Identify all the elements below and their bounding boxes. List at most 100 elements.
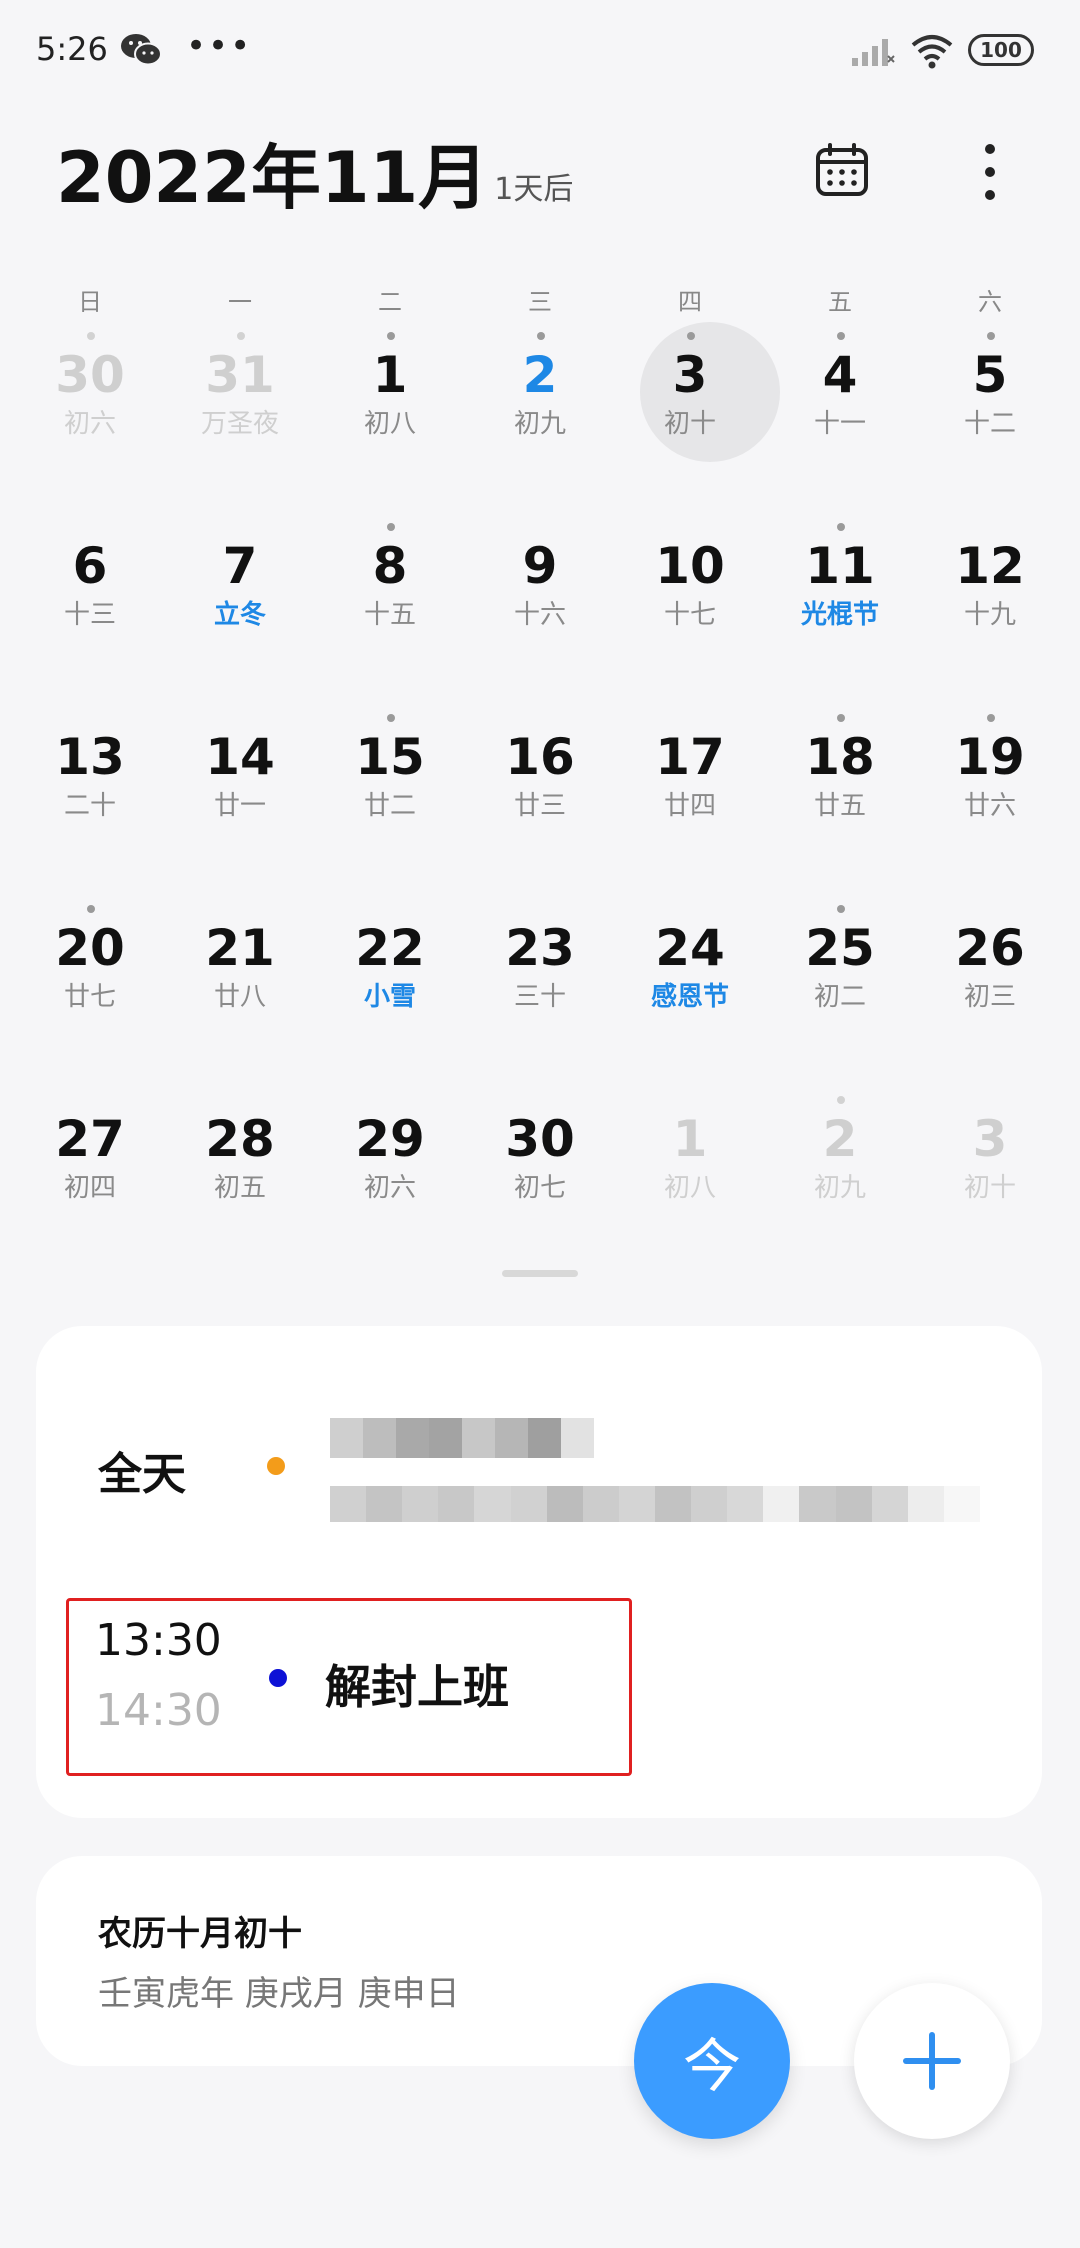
lunar-day-label: 光棍节 <box>800 600 879 630</box>
lunar-day-label: 十五 <box>363 600 416 630</box>
day-cell[interactable]: 4 十一 <box>765 318 915 509</box>
redacted-event-details[interactable] <box>330 1486 980 1522</box>
event-indicator-dot <box>987 714 995 722</box>
day-cell[interactable]: 19 廿六 <box>915 700 1065 891</box>
day-number: 15 <box>355 728 425 786</box>
event-indicator-dot <box>387 523 395 531</box>
weekday-label: 五 <box>828 288 852 316</box>
day-cell[interactable]: 30 初六 <box>15 318 165 509</box>
day-number: 23 <box>505 919 575 977</box>
day-number: 14 <box>205 728 275 786</box>
lunar-day-label: 十六 <box>513 600 566 630</box>
event-indicator-dot <box>387 332 395 340</box>
calendar-icon[interactable] <box>814 142 870 198</box>
plus-icon <box>903 2032 961 2090</box>
drag-handle[interactable] <box>502 1270 578 1277</box>
day-cell[interactable]: 18 廿五 <box>765 700 915 891</box>
day-cell[interactable]: 7 立冬 <box>165 509 315 700</box>
day-cell[interactable]: 16 廿三 <box>465 700 615 891</box>
lunar-day-label: 初三 <box>963 982 1016 1012</box>
day-cell[interactable]: 20 廿七 <box>15 891 165 1082</box>
event-indicator-dot <box>387 714 395 722</box>
day-cell[interactable]: 5 十二 <box>915 318 1065 509</box>
day-cell[interactable]: 9 十六 <box>465 509 615 700</box>
day-number: 19 <box>955 728 1025 786</box>
lunar-day-label: 廿五 <box>813 791 866 821</box>
day-cell[interactable]: 2 初九 <box>465 318 615 509</box>
day-cell[interactable]: 29 初六 <box>315 1082 465 1273</box>
weekday-label: 六 <box>978 288 1002 316</box>
day-number: 24 <box>655 919 725 977</box>
day-number: 26 <box>955 919 1025 977</box>
event-title: 解封上班 <box>325 1660 509 1714</box>
lunar-day-label: 初八 <box>663 1173 716 1203</box>
page-title[interactable]: 2022年11月 <box>56 138 488 218</box>
lunar-day-label: 初八 <box>363 409 416 439</box>
lunar-day-label: 初十 <box>663 409 716 439</box>
day-cell[interactable]: 22 小雪 <box>315 891 465 1082</box>
day-cell[interactable]: 1 初八 <box>615 1082 765 1273</box>
day-number: 18 <box>805 728 875 786</box>
day-cell[interactable]: 26 初三 <box>915 891 1065 1082</box>
event-indicator-dot <box>837 1096 845 1104</box>
event-color-dot <box>267 1457 285 1475</box>
status-bar: 5:26 ••• 100 <box>0 0 1080 100</box>
day-cell[interactable]: 6 十三 <box>15 509 165 700</box>
today-button[interactable]: 今 <box>634 1983 790 2139</box>
day-cell[interactable]: 28 初五 <box>165 1082 315 1273</box>
lunar-day-label: 初四 <box>63 1173 116 1203</box>
day-cell[interactable]: 14 廿一 <box>165 700 315 891</box>
day-cell[interactable]: 3 初十 <box>615 318 780 509</box>
day-cell[interactable]: 31 万圣夜 <box>165 318 315 509</box>
day-number: 5 <box>972 346 1008 404</box>
lunar-day-label: 初六 <box>363 1173 416 1203</box>
day-cell[interactable]: 24 感恩节 <box>615 891 765 1082</box>
day-cell[interactable]: 15 廿二 <box>315 700 465 891</box>
day-number: 25 <box>805 919 875 977</box>
day-cell[interactable]: 21 廿八 <box>165 891 315 1082</box>
day-cell[interactable]: 3 初十 <box>915 1082 1065 1273</box>
day-cell[interactable]: 10 十七 <box>615 509 765 700</box>
weekday-label: 一 <box>228 288 252 316</box>
day-number: 12 <box>955 537 1025 595</box>
ganzhi-date: 壬寅虎年 庚戌月 庚申日 <box>98 1974 460 2014</box>
event-indicator-dot <box>687 332 695 340</box>
more-icon: ••• <box>186 26 253 66</box>
add-event-button[interactable] <box>854 1983 1010 2139</box>
day-cell[interactable]: 13 二十 <box>15 700 165 891</box>
kebab-menu-icon[interactable] <box>972 144 1008 200</box>
day-cell[interactable]: 8 十五 <box>315 509 465 700</box>
day-cell[interactable]: 27 初四 <box>15 1082 165 1273</box>
day-number: 11 <box>805 537 875 595</box>
lunar-day-label: 十七 <box>663 600 716 630</box>
day-cell[interactable]: 2 初九 <box>765 1082 915 1273</box>
wechat-icon <box>121 34 162 66</box>
day-cell[interactable]: 25 初二 <box>765 891 915 1082</box>
day-cell[interactable]: 17 廿四 <box>615 700 765 891</box>
day-cell[interactable]: 30 初七 <box>465 1082 615 1273</box>
wifi-icon <box>911 35 953 69</box>
day-cell[interactable]: 23 三十 <box>465 891 615 1082</box>
day-number: 31 <box>205 346 275 404</box>
lunar-day-label: 十一 <box>813 409 866 439</box>
event-color-dot <box>269 1669 287 1687</box>
lunar-day-label: 初十 <box>963 1173 1016 1203</box>
day-number: 8 <box>372 537 408 595</box>
timed-event-item[interactable]: 13:30 14:30 解封上班 <box>66 1598 632 1776</box>
day-number: 6 <box>72 537 108 595</box>
day-cell[interactable]: 12 十九 <box>915 509 1065 700</box>
day-cell[interactable]: 1 初八 <box>315 318 465 509</box>
lunar-day-label: 十三 <box>63 600 116 630</box>
day-number: 28 <box>205 1110 275 1168</box>
day-number: 7 <box>222 537 258 595</box>
lunar-day-label: 初五 <box>213 1173 266 1203</box>
weekday-label: 日 <box>78 288 102 316</box>
day-cell[interactable]: 11 光棍节 <box>765 509 915 700</box>
lunar-day-label: 初九 <box>513 409 566 439</box>
day-number: 30 <box>55 346 125 404</box>
day-number: 17 <box>655 728 725 786</box>
lunar-day-label: 感恩节 <box>650 982 729 1012</box>
lunar-day-label: 初二 <box>813 982 866 1012</box>
redacted-event-title[interactable] <box>330 1418 594 1458</box>
lunar-day-label: 初九 <box>813 1173 866 1203</box>
